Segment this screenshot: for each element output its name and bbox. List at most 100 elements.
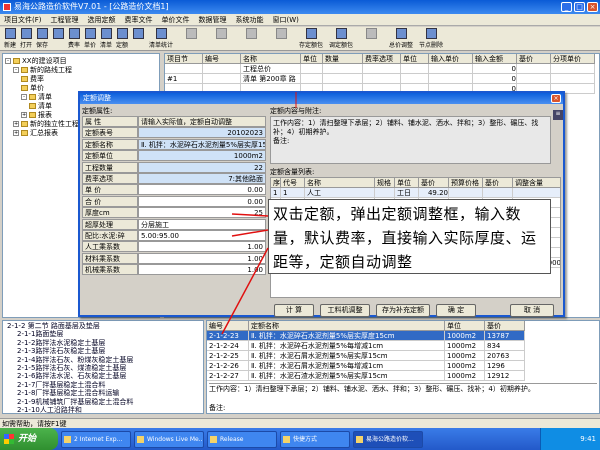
rm-header[interactable]: 基价	[419, 178, 449, 188]
quota-table[interactable]: 编号 2-1-2-23 2-1-2-24 2-1-2-25 2-1-2-26 2-1-2-…	[206, 320, 600, 414]
dialog-button-3[interactable]: 确 定	[436, 304, 476, 317]
tree-node[interactable]: - 新的路线工程	[13, 66, 72, 74]
prop-value-input[interactable]: 1.00	[138, 264, 266, 276]
grid-header[interactable]: 分项单价	[551, 54, 595, 64]
prop-value-input[interactable]: 1000m2	[138, 150, 266, 162]
quota-table-cell[interactable]: 1000m2	[445, 361, 485, 371]
quota-table-cell[interactable]: 1000m2	[445, 341, 485, 351]
prop-value-input[interactable]: Ⅱ. 机拌：水泥碎石水泥剂量5%层实厚15	[138, 138, 266, 150]
dialog-button-2[interactable]: 存为补充定额	[376, 304, 430, 317]
grid-cell[interactable]	[517, 74, 551, 84]
tree-node[interactable]: + 报表	[21, 111, 52, 119]
rm-cell[interactable]	[375, 188, 395, 198]
grid-cell[interactable]	[203, 74, 241, 84]
dialog-button-1[interactable]: 工料机调整	[320, 304, 370, 317]
prop-value-input[interactable]: 5.00:95.00	[138, 230, 266, 241]
tree-node[interactable]: 清单	[29, 102, 52, 110]
toolbar-wide-button-1[interactable]	[176, 27, 206, 50]
tree-node[interactable]: 单价	[21, 84, 44, 92]
grid-header[interactable]: 项目节	[165, 54, 203, 64]
rm-header[interactable]: 名称	[305, 178, 375, 188]
taskbar-item-1[interactable]: Windows Live Me...	[134, 430, 204, 448]
grid-header[interactable]: 编号	[203, 54, 241, 64]
toolbar-button-2[interactable]: 保存	[34, 27, 50, 50]
quota-table-header[interactable]: 基价	[485, 321, 525, 331]
rm-header[interactable]: 序	[271, 178, 281, 188]
quota-table-cell[interactable]: Ⅱ. 机拌：水泥石屑水泥剂量5%每增减1cm	[249, 361, 445, 371]
grid-cell[interactable]	[301, 74, 323, 84]
toolbar-wide-button-6[interactable]: 调定额包	[326, 27, 356, 50]
dialog-close-icon[interactable]: ×	[551, 94, 561, 103]
quota-table-cell[interactable]: 1000m2	[445, 351, 485, 361]
rm-cell[interactable]	[449, 188, 483, 198]
maximize-button[interactable]: □	[574, 2, 585, 12]
toolbar-wide-button-7[interactable]	[356, 27, 386, 50]
toolbar-button-7[interactable]: 定额	[114, 27, 130, 50]
grid-header[interactable]: 输入金额	[473, 54, 517, 64]
quota-chapter-list[interactable]: 2-1-2 第二节 路面基层及垫层 2-1-1路面垫层 2-1-2路拌法水泥稳定土基…	[2, 320, 204, 414]
tree-expander-icon[interactable]: +	[21, 112, 27, 118]
grid-cell[interactable]: 工程总价	[241, 64, 301, 74]
menu-item-6[interactable]: 系统功能	[236, 14, 264, 25]
toolbar-button-1[interactable]: 打开	[18, 27, 34, 50]
rm-header[interactable]: 规格	[375, 178, 395, 188]
tree-expander-icon[interactable]: -	[5, 58, 11, 64]
prop-value-input[interactable]: 0.00	[138, 184, 266, 196]
toolbar-wide-button-0[interactable]: 清单统计	[146, 27, 176, 50]
toolbar-wide-button-2[interactable]	[206, 27, 236, 50]
rm-cell[interactable]: 1	[281, 188, 305, 198]
grid-header[interactable]: 数量	[323, 54, 363, 64]
rm-header[interactable]: 单位	[395, 178, 419, 188]
tree-node[interactable]: 费率	[21, 75, 44, 83]
toolbar-button-0[interactable]: 新建	[2, 27, 18, 50]
prop-value-input[interactable]: 22	[138, 161, 266, 173]
rm-header[interactable]: 预算价格	[449, 178, 483, 188]
grid-cell[interactable]	[429, 64, 473, 74]
dialog-button-0[interactable]: 计 算	[274, 304, 314, 317]
tree-node[interactable]: + 新的独立性工程	[13, 120, 79, 128]
grid-header[interactable]: 名称	[241, 54, 301, 64]
toolbar-button-8[interactable]	[130, 27, 146, 50]
dialog-button-4[interactable]: 取 消	[510, 304, 554, 317]
rm-header[interactable]: 代号	[281, 178, 305, 188]
rm-cell[interactable]	[483, 188, 513, 198]
quota-table-cell[interactable]: 2-1-2-23	[207, 331, 249, 341]
grid-cell[interactable]	[323, 64, 363, 74]
quota-table-cell[interactable]: 13787	[485, 331, 525, 341]
grid-header[interactable]: 单位	[401, 54, 429, 64]
quota-table-cell[interactable]: 2-1-2-27	[207, 371, 249, 381]
quota-table-header[interactable]: 编号	[207, 321, 249, 331]
menu-item-4[interactable]: 单价文件	[162, 14, 190, 25]
grid-cell[interactable]	[203, 64, 241, 74]
prop-value-input[interactable]: 0.00	[138, 195, 266, 207]
taskbar-item-2[interactable]: Release	[207, 430, 277, 448]
prop-value-input[interactable]: 25	[138, 207, 266, 219]
grid-cell[interactable]	[323, 74, 363, 84]
menu-item-7[interactable]: 窗口(W)	[273, 14, 299, 25]
grid-header[interactable]: 单位	[301, 54, 323, 64]
float-menu-icon[interactable]: ≡	[553, 110, 563, 120]
grid-cell[interactable]	[363, 64, 401, 74]
taskbar-item-4[interactable]: 易海公路造价软...	[353, 430, 423, 448]
grid-cell[interactable]: 0	[473, 74, 517, 84]
rm-header[interactable]: 基价	[483, 178, 513, 188]
rm-cell[interactable]: 人工	[305, 188, 375, 198]
chapter-list-item[interactable]: 2-1-10人工沿路拌和	[17, 406, 82, 413]
prop-value-input[interactable]: 20102023	[138, 127, 266, 139]
taskbar-item-3[interactable]: 快捷方式	[280, 430, 350, 448]
grid-cell[interactable]	[551, 64, 595, 74]
toolbar-button-4[interactable]: 费率	[66, 27, 82, 50]
quota-table-header[interactable]: 单位	[445, 321, 485, 331]
grid-cell[interactable]: 清单 第200章 路	[241, 74, 301, 84]
quota-table-cell[interactable]: 2-1-2-24	[207, 341, 249, 351]
tree-expander-icon[interactable]: -	[13, 67, 19, 73]
menu-item-0[interactable]: 项目文件(F)	[4, 14, 42, 25]
toolbar-wide-button-3[interactable]	[236, 27, 266, 50]
close-button[interactable]: ×	[587, 2, 598, 12]
prop-value-input[interactable]: 7:其他路面	[138, 173, 266, 184]
quota-table-cell[interactable]: Ⅱ. 机拌：水泥石屑水泥剂量5%层实厚15cm	[249, 351, 445, 361]
grid-cell[interactable]	[429, 74, 473, 84]
quota-table-cell[interactable]: 2-1-2-25	[207, 351, 249, 361]
quota-table-cell[interactable]: Ⅱ. 机拌：水泥石渣水泥剂量5%层实厚15cm	[249, 371, 445, 381]
quota-table-cell[interactable]: Ⅱ. 机拌：水泥碎石水泥剂量5%每增减1cm	[249, 341, 445, 351]
